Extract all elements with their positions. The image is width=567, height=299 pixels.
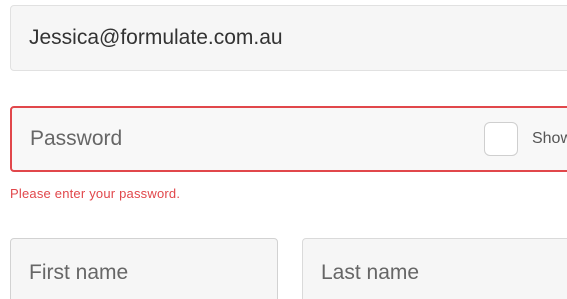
password-error-message: Please enter your password. [10,186,181,201]
last-name-field[interactable]: Last name [302,238,567,299]
show-password-label[interactable]: Show [532,130,567,148]
password-field[interactable]: Password Show [10,106,567,172]
show-password-checkbox[interactable] [483,122,518,156]
first-name-field[interactable]: First name [10,238,278,299]
password-placeholder: Password [30,127,123,150]
show-password-toggle[interactable]: Show [483,108,567,170]
last-name-placeholder: Last name [321,261,420,284]
signup-form: Jessica@formulate.com.au Password Show P… [0,0,567,299]
first-name-placeholder: First name [29,261,129,284]
email-value: Jessica@formulate.com.au [29,26,283,49]
email-field[interactable]: Jessica@formulate.com.au [10,5,567,71]
